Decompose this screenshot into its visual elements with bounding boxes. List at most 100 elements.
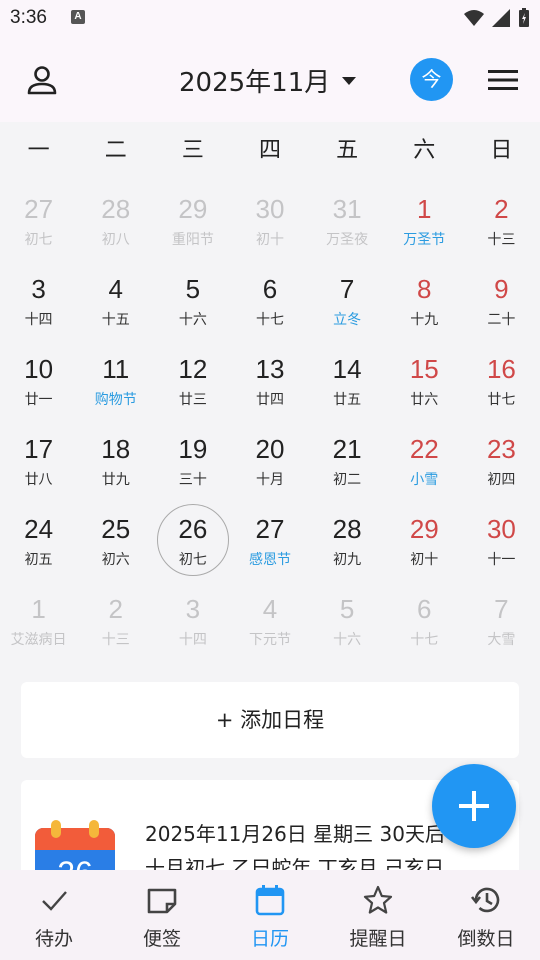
- day-cell[interactable]: 17 廿八: [0, 420, 77, 500]
- day-cell[interactable]: 12 廿三: [154, 340, 231, 420]
- menu-icon[interactable]: [488, 68, 518, 92]
- day-cell[interactable]: 28 初九: [309, 500, 386, 580]
- lunar-label: 十月: [255, 472, 284, 488]
- day-cell[interactable]: 13 廿四: [231, 340, 308, 420]
- nav-notes[interactable]: 便签: [108, 870, 216, 960]
- day-number: 21: [332, 434, 362, 464]
- day-cell[interactable]: 4 十五: [77, 260, 154, 340]
- weekday-label: 三: [181, 138, 204, 163]
- day-cell[interactable]: 25 初六: [77, 500, 154, 580]
- lunar-label: 十四: [178, 632, 207, 648]
- day-cell[interactable]: 31 万圣夜: [309, 180, 386, 260]
- month-title: 2025年11月: [179, 68, 331, 98]
- lunar-label: 十六: [333, 632, 362, 648]
- history-icon: [470, 887, 500, 913]
- day-cell[interactable]: 1 艾滋病日: [0, 580, 77, 660]
- day-cell[interactable]: 6 十七: [386, 580, 463, 660]
- day-number: 19: [178, 434, 208, 464]
- day-number: 17: [24, 434, 54, 464]
- today-button[interactable]: 今: [410, 58, 453, 101]
- day-number: 29: [409, 514, 439, 544]
- lunar-label: 十七: [255, 312, 284, 328]
- day-cell[interactable]: 24 初五: [0, 500, 77, 580]
- week-row: 10 廿一 11 购物节 12 廿三 13 廿四 14 廿五 15 廿六 16 廿七: [0, 340, 540, 420]
- day-cell[interactable]: 19 三十: [154, 420, 231, 500]
- day-cell[interactable]: 4 下元节: [231, 580, 308, 660]
- day-cell[interactable]: 21 初二: [309, 420, 386, 500]
- day-cell[interactable]: 3 十四: [0, 260, 77, 340]
- lunar-label: 十七: [410, 632, 439, 648]
- day-cell[interactable]: 9 二十: [463, 260, 540, 340]
- day-cell[interactable]: 23 初四: [463, 420, 540, 500]
- day-number: 30: [486, 514, 516, 544]
- day-cell[interactable]: 18 廿九: [77, 420, 154, 500]
- day-number: 26: [178, 514, 208, 544]
- lunar-label: 十六: [178, 312, 207, 328]
- nav-label: 提醒日: [349, 928, 407, 950]
- day-cell[interactable]: 5 十六: [154, 260, 231, 340]
- nav-countdown[interactable]: 倒数日: [432, 870, 540, 960]
- day-cell[interactable]: 1 万圣节: [386, 180, 463, 260]
- day-number: 27: [24, 194, 54, 224]
- day-cell[interactable]: 10 廿一: [0, 340, 77, 420]
- add-fab-button[interactable]: [432, 764, 516, 848]
- lunar-label: 廿九: [101, 472, 130, 488]
- day-cell[interactable]: 2 十三: [77, 580, 154, 660]
- lunar-label: 十五: [101, 312, 130, 328]
- lunar-label: 十一: [487, 552, 516, 568]
- lunar-label: 初二: [333, 472, 362, 488]
- day-cell[interactable]: 7 大雪: [463, 580, 540, 660]
- day-number: 27: [255, 514, 285, 544]
- day-number: 16: [486, 354, 516, 384]
- nav-reminder[interactable]: 提醒日: [324, 870, 432, 960]
- day-cell[interactable]: 15 廿六: [386, 340, 463, 420]
- day-cell[interactable]: 11 购物节: [77, 340, 154, 420]
- user-icon[interactable]: [26, 64, 58, 96]
- lunar-label: 初五: [24, 552, 53, 568]
- day-number: 13: [255, 354, 285, 384]
- day-cell[interactable]: 30 初十: [231, 180, 308, 260]
- day-number: 12: [178, 354, 208, 384]
- week-row: 1 艾滋病日 2 十三 3 十四 4 下元节 5 十六 6 十七 7 大雪: [0, 580, 540, 660]
- bottom-navigation: 待办 便签 日历 提醒日 倒数日: [0, 870, 540, 960]
- lunar-label: 重阳节: [171, 232, 214, 248]
- day-cell[interactable]: 3 十四: [154, 580, 231, 660]
- day-cell[interactable]: 22 小雪: [386, 420, 463, 500]
- day-cell[interactable]: 16 廿七: [463, 340, 540, 420]
- day-cell-today[interactable]: 26 初七: [154, 500, 231, 580]
- day-cell[interactable]: 29 初十: [386, 500, 463, 580]
- month-selector[interactable]: 2025年11月: [179, 62, 357, 99]
- week-row: 3 十四 4 十五 5 十六 6 十七 7 立冬 8 十九 9 二十: [0, 260, 540, 340]
- lunar-label: 廿六: [410, 392, 439, 408]
- nav-todo[interactable]: 待办: [0, 870, 108, 960]
- day-cell[interactable]: 28 初八: [77, 180, 154, 260]
- day-number: 24: [24, 514, 54, 544]
- nav-label: 待办: [34, 928, 73, 950]
- lunar-label: 感恩节: [248, 552, 291, 568]
- weekday-label: 六: [413, 138, 436, 163]
- day-cell[interactable]: 2 十三: [463, 180, 540, 260]
- day-number: 1: [417, 194, 432, 224]
- day-cell[interactable]: 29 重阳节: [154, 180, 231, 260]
- day-cell[interactable]: 8 十九: [386, 260, 463, 340]
- lunar-label: 三十: [178, 472, 207, 488]
- day-cell[interactable]: 27 初七: [0, 180, 77, 260]
- date-info-line1: 2025年11月26日 星期三 30天后: [145, 822, 445, 846]
- day-cell[interactable]: 27 感恩节: [231, 500, 308, 580]
- day-cell[interactable]: 20 十月: [231, 420, 308, 500]
- lunar-label: 购物节: [94, 392, 137, 408]
- day-cell[interactable]: 6 十七: [231, 260, 308, 340]
- lunar-label: 廿四: [255, 392, 284, 408]
- day-number: 25: [101, 514, 131, 544]
- day-cell[interactable]: 5 十六: [309, 580, 386, 660]
- lunar-label: 初九: [333, 552, 362, 568]
- day-cell[interactable]: 7 立冬: [309, 260, 386, 340]
- nav-calendar[interactable]: 日历: [216, 870, 324, 960]
- day-cell[interactable]: 14 廿五: [309, 340, 386, 420]
- day-number: 7: [494, 594, 509, 624]
- week-row: 27 初七 28 初八 29 重阳节 30 初十 31 万圣夜 1 万圣节 2 十三: [0, 180, 540, 260]
- add-schedule-button[interactable]: + 添加日程: [21, 682, 519, 758]
- lunar-label: 初八: [101, 232, 130, 248]
- day-cell[interactable]: 30 十一: [463, 500, 540, 580]
- day-number: 28: [101, 194, 131, 224]
